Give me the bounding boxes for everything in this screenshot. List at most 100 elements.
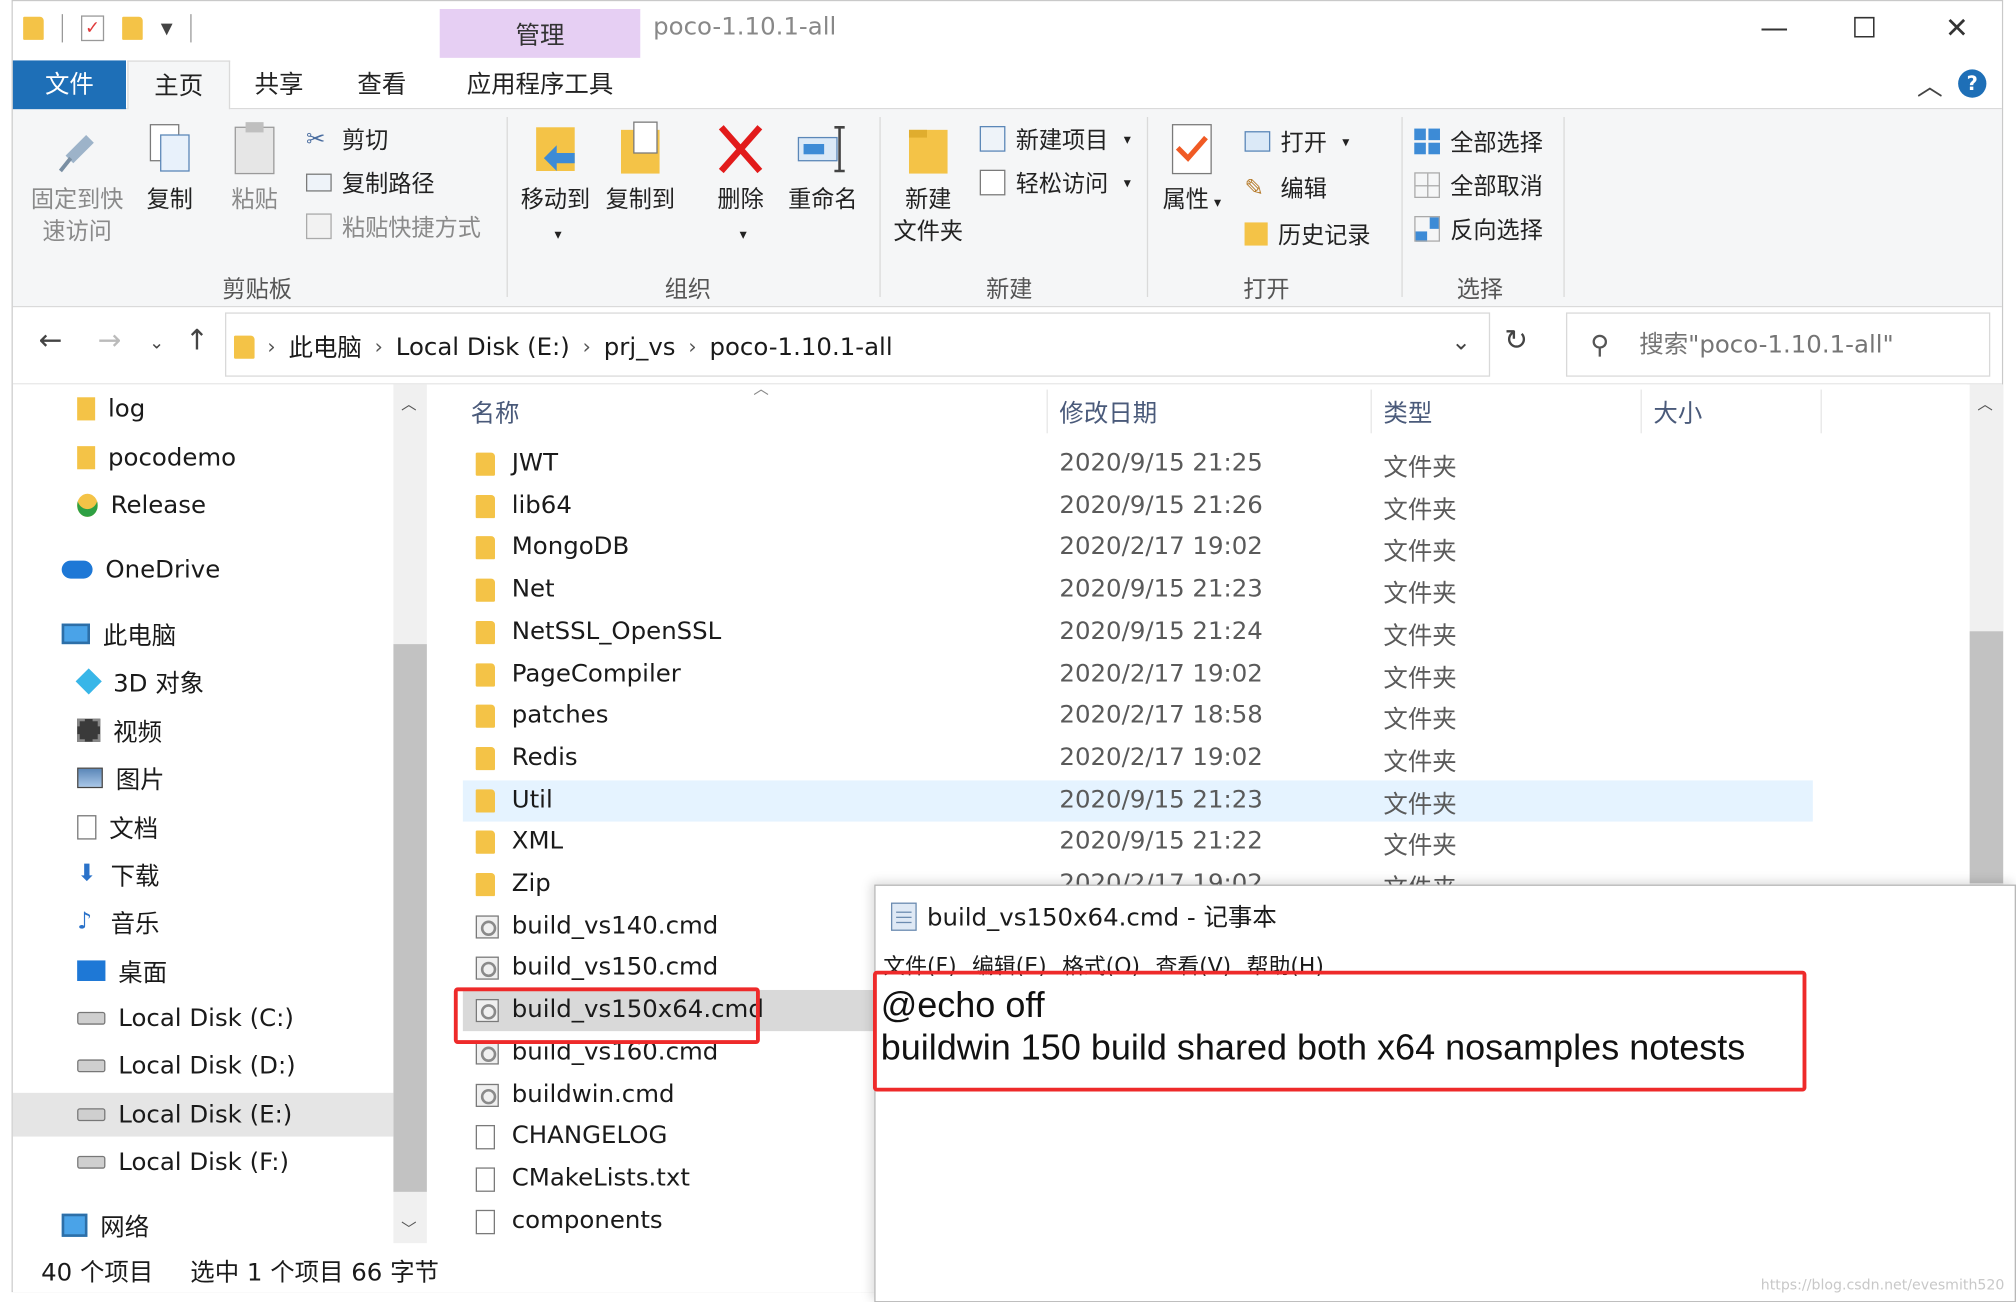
nav-item[interactable]: 网络 <box>61 1203 149 1243</box>
nav-item[interactable]: Local Disk (C:) <box>77 996 294 1040</box>
paste-button[interactable]: 粘贴 <box>224 120 286 216</box>
context-tab-manage[interactable]: 管理 <box>439 8 641 58</box>
refresh-icon[interactable]: ↻ <box>1504 325 1528 357</box>
select-none-button[interactable]: 全部取消 <box>1414 166 1543 205</box>
tab-application-tools[interactable]: 应用程序工具 <box>440 60 641 109</box>
nav-scrollbar[interactable]: ︿ ﹀ <box>393 384 427 1244</box>
nav-item[interactable]: Local Disk (E:) <box>12 1092 394 1137</box>
search-box[interactable]: ⚲ <box>1565 312 1991 377</box>
nav-item[interactable]: 此电脑 <box>61 612 177 656</box>
column-separator[interactable] <box>1820 389 1822 434</box>
column-separator[interactable] <box>1046 389 1048 434</box>
forward-arrow-icon[interactable]: → <box>98 325 122 357</box>
nav-item[interactable]: ⬇ 下载 <box>77 852 159 896</box>
nav-item[interactable]: Local Disk (F:) <box>77 1140 289 1184</box>
minimize-button[interactable]: — <box>1749 9 1800 50</box>
group-label-open: 打开 <box>1243 276 1290 304</box>
file-row[interactable]: XML 2020/9/15 21:22 文件夹 <box>463 822 1813 863</box>
list-scrollbar[interactable]: ︿ <box>1969 384 2004 886</box>
new-folder-button[interactable]: 新建 文件夹 <box>887 120 969 249</box>
cut-button[interactable]: ✂ 剪切 <box>306 120 388 159</box>
properties-button[interactable]: 属性 ▾ <box>1160 120 1224 219</box>
pin-quick-access-button[interactable]: 固定到快 速访问 <box>26 120 129 249</box>
nav-item[interactable]: 图片 <box>77 756 165 800</box>
back-arrow-icon[interactable]: ← <box>39 325 63 357</box>
nav-item-label: 此电脑 <box>102 621 177 650</box>
scroll-up-icon[interactable]: ︿ <box>1977 392 1992 414</box>
history-button[interactable]: 历史记录 <box>1244 215 1371 254</box>
nav-item[interactable]: Local Disk (D:) <box>77 1044 296 1088</box>
collapse-ribbon-icon[interactable]: ︿ <box>1917 66 1943 103</box>
address-box[interactable]: › 此电脑 › Local Disk (E:) › prj_vs › poco-… <box>224 312 1491 377</box>
copy-path-icon <box>305 173 332 192</box>
breadcrumb-item-poco[interactable]: poco-1.10.1-all <box>709 332 892 360</box>
column-header-name[interactable]: 名称 <box>471 395 520 430</box>
rename-button[interactable]: 重命名 <box>784 120 861 216</box>
file-row[interactable]: Net 2020/9/15 21:23 文件夹 <box>463 570 1813 611</box>
nav-item[interactable]: log <box>77 387 145 431</box>
scissors-icon: ✂ <box>305 125 326 153</box>
nav-item[interactable]: 视频 <box>77 708 162 752</box>
column-separator[interactable] <box>1640 389 1642 434</box>
nav-item[interactable]: 3D 对象 <box>75 660 204 704</box>
maximize-button[interactable]: ☐ <box>1839 9 1890 50</box>
nav-item[interactable]: Release <box>77 483 206 527</box>
file-row[interactable]: JWT 2020/9/15 21:25 文件夹 <box>463 444 1813 485</box>
tab-home[interactable]: 主页 <box>127 60 231 111</box>
column-separator[interactable] <box>1370 389 1372 434</box>
close-button[interactable]: ✕ <box>1931 9 1982 50</box>
scroll-down-icon[interactable]: ﹀ <box>401 1218 416 1240</box>
new-item-button[interactable]: 新建项目 ▾ <box>979 120 1131 159</box>
recent-locations-chevron-icon[interactable]: ⌄ <box>149 333 164 354</box>
up-arrow-icon[interactable]: ↑ <box>185 325 209 357</box>
file-date: 2020/9/15 21:22 <box>1059 827 1263 856</box>
file-row[interactable]: PageCompiler 2020/2/17 19:02 文件夹 <box>463 654 1813 695</box>
new-folder-icon[interactable] <box>122 16 143 40</box>
tab-file[interactable]: 文件 <box>12 60 126 110</box>
easy-access-button[interactable]: 轻松访问 ▾ <box>979 163 1131 202</box>
search-input[interactable] <box>1639 325 1982 364</box>
paste-shortcut-button[interactable]: 粘贴快捷方式 <box>305 207 481 246</box>
nav-item[interactable]: 桌面 <box>77 949 167 993</box>
column-header-date[interactable]: 修改日期 <box>1059 395 1157 430</box>
breadcrumb-separator-icon[interactable]: › <box>583 334 591 358</box>
file-row[interactable]: Redis 2020/2/17 19:02 文件夹 <box>463 738 1813 779</box>
select-all-button[interactable]: 全部选择 <box>1414 122 1543 161</box>
folder-icon[interactable] <box>23 16 44 40</box>
properties-check-icon[interactable]: ✓ <box>80 15 105 42</box>
nav-item[interactable]: 文档 <box>77 805 158 849</box>
file-name: XML <box>511 827 564 856</box>
file-row[interactable]: lib64 2020/9/15 21:26 文件夹 <box>463 486 1813 527</box>
breadcrumb-item-local-disk-e[interactable]: Local Disk (E:) <box>396 332 570 360</box>
breadcrumb-item-this-pc[interactable]: 此电脑 <box>289 329 362 364</box>
qat-dropdown-icon[interactable]: ▼ <box>161 19 173 37</box>
nav-item[interactable]: ♪ 音乐 <box>77 900 159 944</box>
copy-path-button[interactable]: 复制路径 <box>305 163 435 202</box>
file-row[interactable]: MongoDB 2020/2/17 19:02 文件夹 <box>463 528 1813 569</box>
copy-to-button[interactable]: 复制到 <box>602 120 679 216</box>
nav-scroll-thumb[interactable] <box>393 644 427 1192</box>
file-row[interactable]: NetSSL_OpenSSL 2020/9/15 21:24 文件夹 <box>463 612 1813 653</box>
nav-item[interactable]: pocodemo <box>77 436 236 480</box>
invert-selection-button[interactable]: 反向选择 <box>1414 210 1543 249</box>
open-button[interactable]: 打开 ▾ <box>1244 122 1349 161</box>
address-history-chevron-icon[interactable]: ⌄ <box>1451 329 1470 356</box>
nav-item[interactable]: OneDrive <box>61 548 220 592</box>
copy-button[interactable]: 复制 <box>139 120 201 216</box>
tab-view[interactable]: 查看 <box>337 60 427 109</box>
column-header-size[interactable]: 大小 <box>1653 395 1702 430</box>
breadcrumb-separator-icon[interactable]: › <box>267 334 275 358</box>
tab-share[interactable]: 共享 <box>234 60 324 109</box>
breadcrumb-separator-icon[interactable]: › <box>688 334 696 358</box>
delete-button[interactable]: 删除 ▾ <box>712 120 769 251</box>
breadcrumb-separator-icon[interactable]: › <box>375 334 383 358</box>
breadcrumb-item-prj-vs[interactable]: prj_vs <box>604 332 676 360</box>
column-header-type[interactable]: 类型 <box>1383 395 1432 430</box>
list-scroll-thumb[interactable] <box>1969 631 2004 884</box>
edit-button[interactable]: ✎ 编辑 <box>1245 168 1327 207</box>
help-icon[interactable]: ? <box>1958 69 1987 98</box>
scroll-up-icon[interactable]: ︿ <box>401 392 416 414</box>
file-row[interactable]: patches 2020/2/17 18:58 文件夹 <box>463 696 1813 737</box>
file-row[interactable]: Util 2020/9/15 21:23 文件夹 <box>462 779 1813 822</box>
move-to-button[interactable]: 移动到 ▾ <box>517 120 594 251</box>
